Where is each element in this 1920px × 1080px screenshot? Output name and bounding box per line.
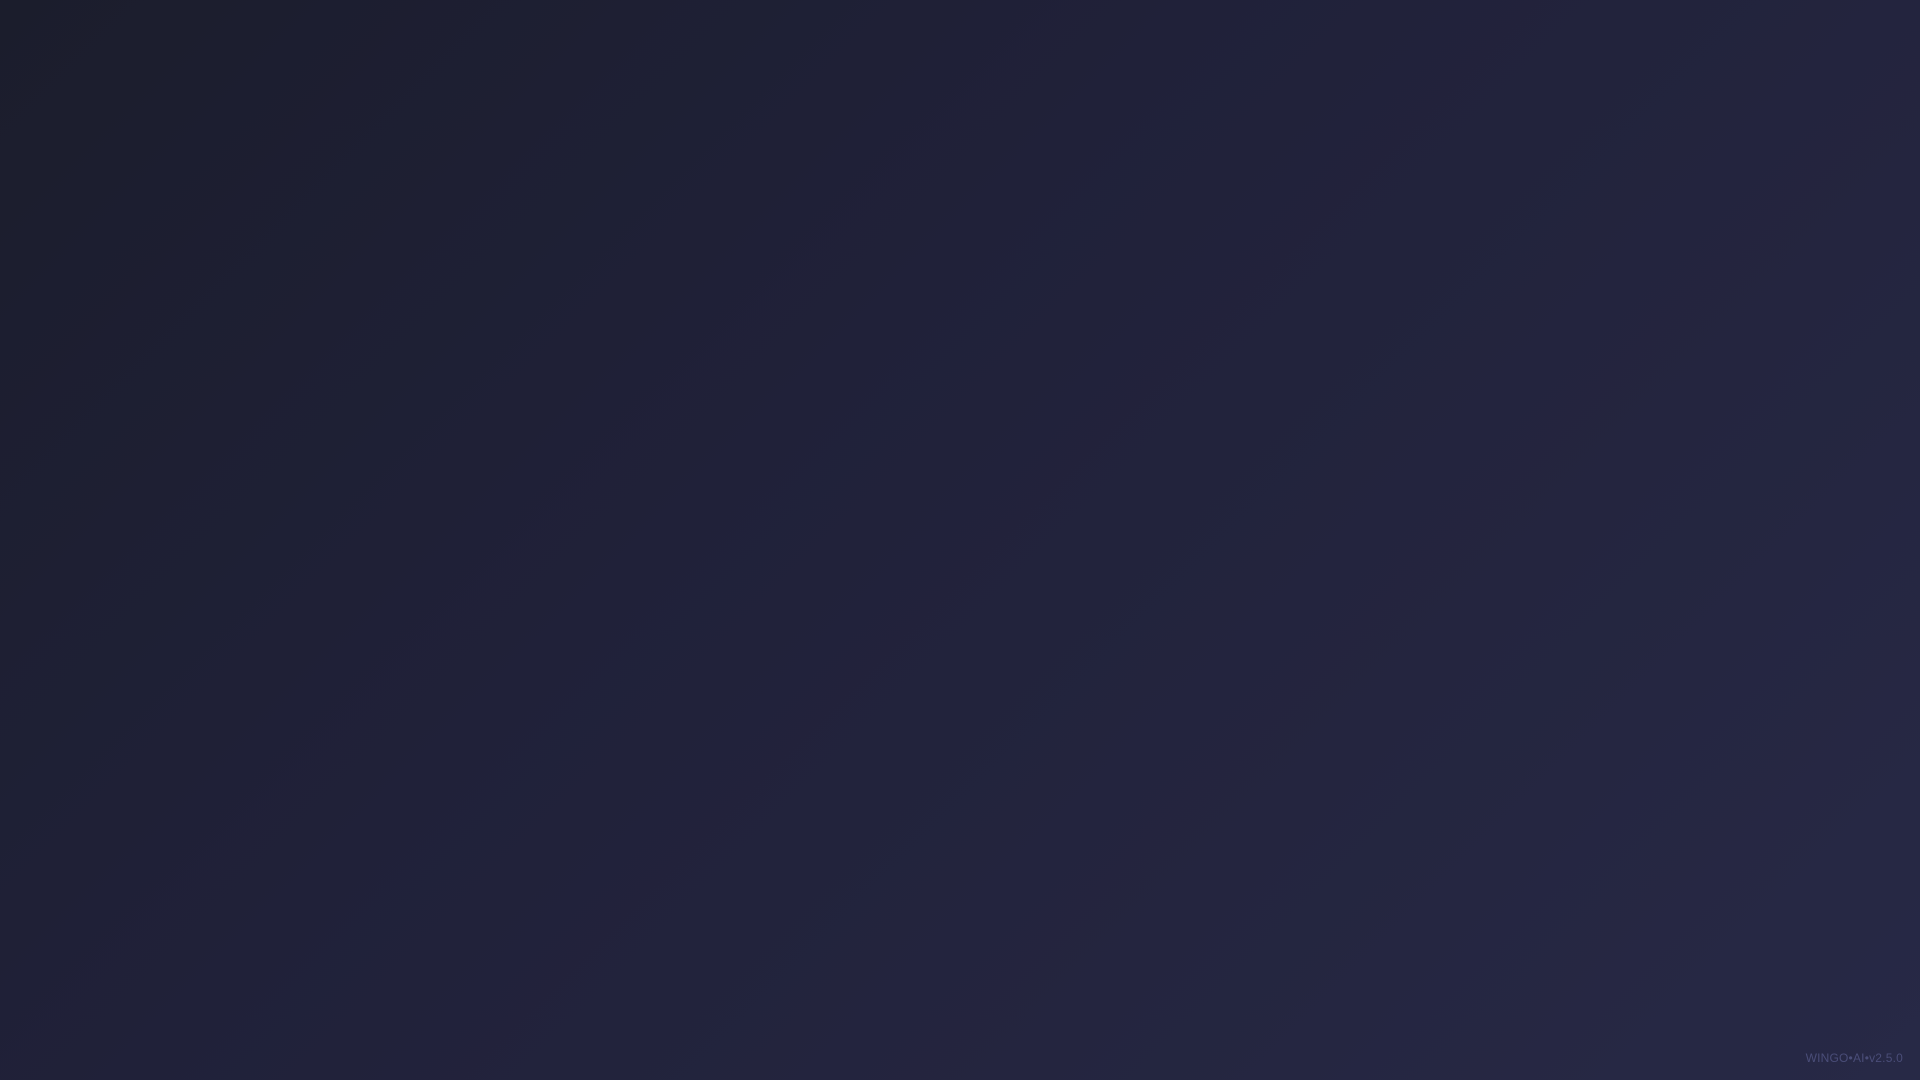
app-background: WINGO•AI•v2.5.0 (0, 0, 1920, 1080)
version-label: WINGO•AI•v2.5.0 (1805, 1051, 1903, 1065)
